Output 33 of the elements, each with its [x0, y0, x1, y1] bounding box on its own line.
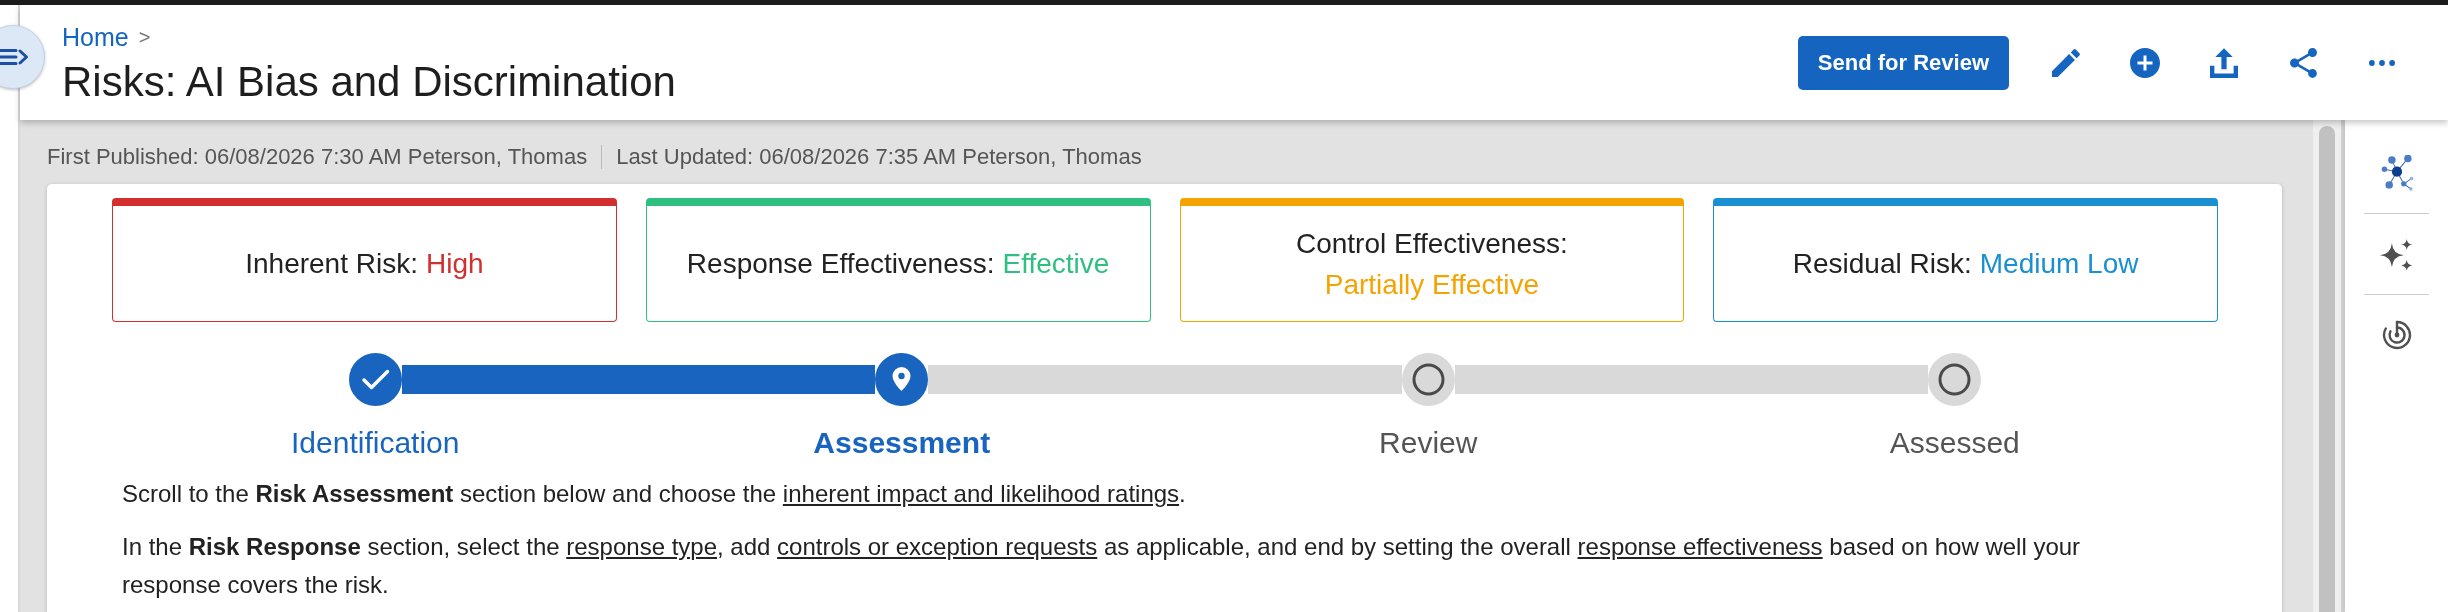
- help-link[interactable]: controls or exception requests: [777, 533, 1098, 560]
- page-title: Risks: AI Bias and Discrimination: [62, 59, 676, 105]
- help-link[interactable]: response type: [566, 533, 717, 560]
- upload-icon: [2210, 47, 2238, 78]
- menu-arrow-icon: [0, 47, 29, 67]
- step-label: Assessment: [813, 426, 991, 460]
- status-value: Medium Low: [1979, 247, 2139, 281]
- audit-info-text: Last Updated: 06/08/2026 7:35 AM Peterson, Thomas: [616, 144, 1142, 170]
- status-label: Response Effectiveness:: [686, 247, 995, 281]
- instruction-text: In the Risk Response section, select the response type, add controls or exception requests as applicable, and end by setting the overall response effectiveness based on how well your response covers the risk.: [121, 532, 2082, 600]
- status-label: Inherent Risk:: [245, 247, 418, 281]
- instruction-text: Scroll to the Risk Assessment section below and choose the inherent impact and likelihood ratings.: [121, 479, 1187, 509]
- share-icon: [2289, 47, 2317, 78]
- step-label: Assessed: [1889, 426, 2020, 460]
- breadcrumb-link[interactable]: Home: [62, 22, 129, 52]
- network-icon: [2379, 155, 2414, 191]
- more-icon: [2369, 59, 2395, 66]
- radar-icon: [2381, 320, 2412, 350]
- help-link[interactable]: inherent impact and likelihood ratings: [782, 480, 1180, 507]
- audit-info-text: First Published: 06/08/2026 7:30 AM Peterson, Thomas: [47, 144, 588, 170]
- send-for-review-button[interactable]: Send for Review: [1797, 35, 2009, 90]
- pencil-icon: [2052, 48, 2080, 77]
- sparkle-icon: [2380, 238, 2413, 270]
- step-label: Identification: [291, 426, 460, 460]
- scrollbar-thumb[interactable]: [2319, 126, 2335, 612]
- status-value: Effective: [1002, 247, 1110, 281]
- step-label: Review: [1379, 426, 1478, 460]
- help-link[interactable]: response effectiveness: [1577, 533, 1823, 560]
- status-label: Control Effectiveness:: [1295, 226, 1568, 261]
- breadcrumb-separator: >: [138, 25, 151, 50]
- status-value: Partially Effective: [1324, 267, 1539, 302]
- status-value: High: [425, 247, 484, 281]
- status-label: Residual Risk:: [1792, 247, 1972, 281]
